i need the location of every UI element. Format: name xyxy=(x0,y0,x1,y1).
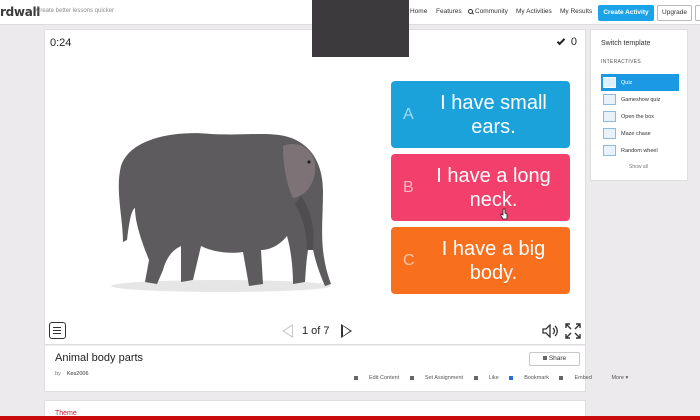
answer-text: I have small ears. xyxy=(440,91,547,138)
create-activity-button[interactable]: Create Activity xyxy=(598,5,654,21)
template-label: Quiz xyxy=(621,80,633,86)
wheel-icon xyxy=(603,145,616,156)
activity-player: 0:24 0 A I have small ears. B I have a l… xyxy=(44,29,586,345)
template-open-the-box[interactable]: Open the box xyxy=(601,108,679,125)
share-label: Share xyxy=(548,355,567,362)
template-label: Maze chase xyxy=(621,131,651,137)
tagline: Create better lessons quicker xyxy=(36,8,115,14)
score-value: 0 xyxy=(570,36,577,48)
timer: 0:24 xyxy=(50,37,72,49)
action-label: Bookmark xyxy=(524,375,549,381)
answer-option-a[interactable]: A I have small ears. xyxy=(391,81,570,148)
gameshow-icon xyxy=(603,94,616,105)
share-icon xyxy=(542,356,547,361)
edit-content-link[interactable]: Edit Content xyxy=(354,375,399,381)
template-label: Gameshow quiz xyxy=(621,97,661,103)
logo[interactable]: rdwall xyxy=(0,5,40,19)
sound-icon[interactable] xyxy=(542,324,560,338)
set-assignment-link[interactable]: Set Assignment xyxy=(409,375,464,381)
embed-link[interactable]: Embed xyxy=(559,375,592,381)
switch-template-panel: Switch template INTERACTIVES Quiz Gamesh… xyxy=(590,29,688,181)
menu-icon[interactable] xyxy=(49,322,66,339)
bookmark-icon xyxy=(509,375,514,380)
embed-icon xyxy=(559,375,564,380)
heart-icon xyxy=(473,375,478,380)
share-button[interactable]: Share xyxy=(529,352,580,366)
score: 0 xyxy=(556,36,577,48)
check-icon xyxy=(556,36,566,46)
maze-icon xyxy=(603,128,616,139)
like-link[interactable]: Like xyxy=(473,375,499,381)
show-all-link[interactable]: Show all xyxy=(629,164,648,170)
pagination: 1 of 7 xyxy=(282,323,352,339)
previous-arrow-icon[interactable] xyxy=(282,324,293,338)
author-link[interactable]: Kes2006 xyxy=(67,371,89,377)
more-dropdown[interactable]: More ▾ xyxy=(602,375,628,381)
pencil-icon xyxy=(354,375,358,380)
panel-title: Switch template xyxy=(601,40,651,47)
action-label: Edit Content xyxy=(369,375,400,381)
nav-my-results[interactable]: My Results xyxy=(560,8,592,15)
assignment-icon xyxy=(409,375,414,380)
activity-title: Animal body parts xyxy=(55,352,144,364)
answer-letter: C xyxy=(403,251,415,269)
action-label: More xyxy=(611,375,624,381)
answer-text: I have a big body. xyxy=(441,237,546,284)
answer-option-b[interactable]: B I have a long neck. xyxy=(391,154,570,221)
action-label: Embed xyxy=(574,375,592,381)
bookmark-link[interactable]: Bookmark xyxy=(509,375,549,381)
action-label: Set Assignment xyxy=(424,375,464,381)
action-label: Like xyxy=(488,375,499,381)
answer-letter: A xyxy=(403,105,414,123)
answer-letter: B xyxy=(403,178,414,196)
author-line: by Kes2006 xyxy=(55,371,89,377)
template-label: Random wheel xyxy=(621,148,658,154)
overlay-block xyxy=(312,0,409,57)
answer-text: I have a long neck. xyxy=(436,164,551,211)
quiz-icon xyxy=(603,77,616,88)
nav-community[interactable]: Community xyxy=(468,8,508,15)
nav-my-activities[interactable]: My Activities xyxy=(516,8,552,15)
bottom-bar xyxy=(0,416,700,420)
template-gameshow-quiz[interactable]: Gameshow quiz xyxy=(601,91,679,108)
nav-home[interactable]: Home xyxy=(410,8,427,15)
by-label: by xyxy=(55,371,61,377)
template-random-wheel[interactable]: Random wheel xyxy=(601,142,679,159)
next-arrow-icon[interactable] xyxy=(341,324,352,338)
nav-features[interactable]: Features xyxy=(436,8,462,15)
template-maze-chase[interactable]: Maze chase xyxy=(601,125,679,142)
search-icon xyxy=(468,9,473,14)
page-indicator: 1 of 7 xyxy=(302,325,330,337)
section-heading: INTERACTIVES xyxy=(601,59,641,65)
activity-info: Animal body parts by Kes2006 Share Edit C… xyxy=(44,346,628,392)
mouse-cursor-icon xyxy=(500,208,508,220)
box-icon xyxy=(603,111,616,122)
activity-actions: Edit Content Set Assignment Like Bookmar… xyxy=(345,375,628,381)
nav-community-label: Community xyxy=(475,8,508,15)
elephant-image xyxy=(111,133,332,292)
account-button[interactable] xyxy=(695,5,700,21)
template-quiz[interactable]: Quiz xyxy=(601,74,679,91)
upgrade-button[interactable]: Upgrade xyxy=(657,5,692,21)
fullscreen-icon[interactable] xyxy=(565,323,581,339)
template-label: Open the box xyxy=(621,114,655,120)
answer-option-c[interactable]: C I have a big body. xyxy=(391,227,570,294)
